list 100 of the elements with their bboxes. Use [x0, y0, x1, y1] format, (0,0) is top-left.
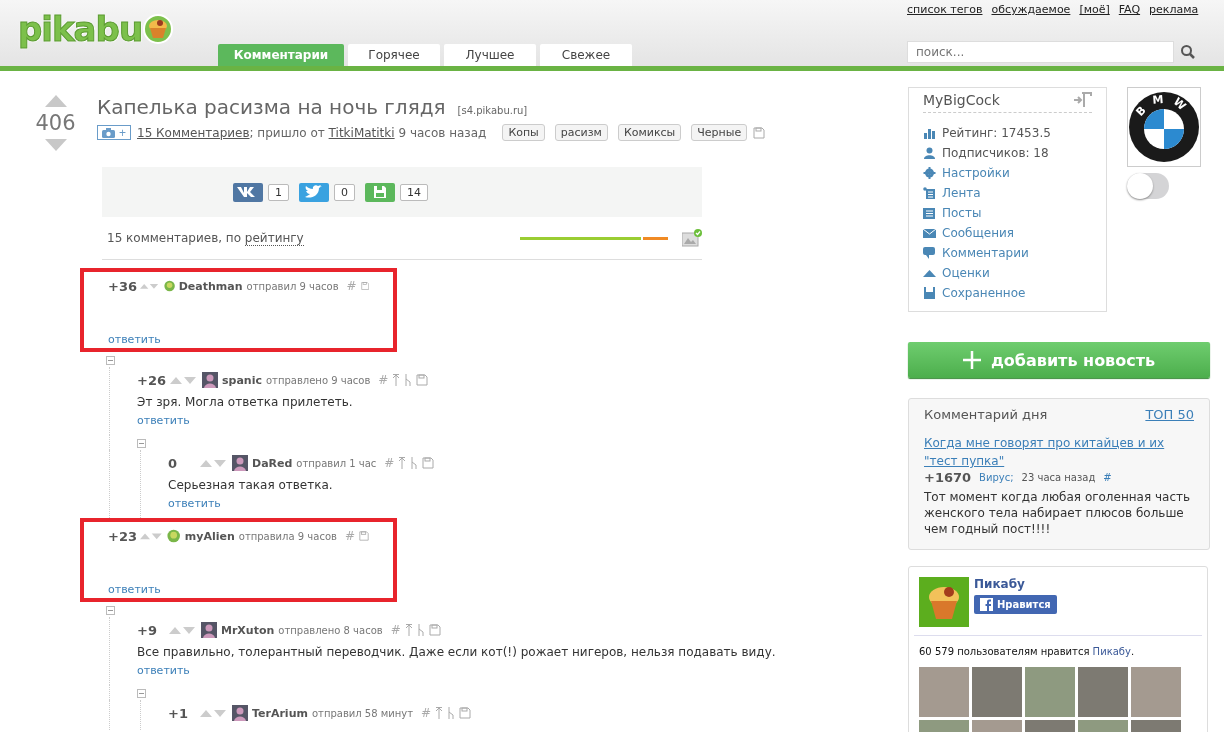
post-link[interactable]: Когда мне говорят про китайцев и их "тест пупка" [924, 434, 1194, 470]
reply-link[interactable]: ответить [108, 333, 161, 346]
save-share-button[interactable] [365, 182, 395, 202]
logout-icon[interactable] [1074, 92, 1092, 108]
post-meta: 15 Комментариев; пришло от TitkiMatitki 9 часов назад [137, 125, 487, 140]
saved-icon [923, 287, 936, 299]
tag-button[interactable]: Комиксы [617, 124, 682, 141]
vote-arrows-icon[interactable] [140, 282, 160, 290]
vote-arrows-icon[interactable] [170, 376, 198, 384]
menu-link[interactable]: Лента [942, 186, 981, 200]
photo-placeholder[interactable] [919, 667, 969, 717]
comment-author[interactable]: TerArium [252, 706, 308, 720]
save-icon[interactable] [358, 530, 369, 542]
search-icon[interactable] [1180, 44, 1196, 60]
save-icon[interactable] [428, 624, 441, 636]
branch-icon[interactable] [404, 374, 413, 386]
tag-button[interactable]: Копы [502, 124, 545, 141]
reply-link[interactable]: ответить [137, 664, 190, 677]
reply-link[interactable]: ответить [137, 414, 190, 427]
header-link[interactable]: список тегов [907, 3, 983, 16]
search-input[interactable]: поиск... [907, 41, 1174, 63]
collapse-icon[interactable] [137, 439, 146, 448]
reply-link[interactable]: ответить [108, 583, 161, 596]
tag-button[interactable]: Черные [691, 124, 748, 141]
comment-score: +1 [168, 705, 189, 721]
toggle-switch[interactable] [1127, 173, 1169, 199]
page-link[interactable]: Пикабу [974, 577, 1057, 591]
save-icon[interactable] [753, 126, 766, 139]
parent-arrow-icon[interactable] [392, 374, 401, 386]
downvote-icon[interactable] [44, 139, 67, 151]
comment-author[interactable]: Вирус; [979, 472, 1014, 483]
user-stat: Подписчиков: 18 [942, 146, 1049, 160]
muffin-logo [919, 577, 969, 627]
save-icon[interactable] [360, 280, 369, 292]
bird-icon [305, 185, 323, 199]
nav-tab[interactable]: Горячее [348, 44, 440, 66]
posts-icon [923, 207, 936, 219]
save-icon[interactable] [422, 457, 435, 469]
sort-link[interactable]: рейтингу [244, 231, 304, 246]
comments-link[interactable]: 15 Комментариев [137, 125, 250, 140]
comment-time: отправила 9 часов [238, 530, 337, 542]
like-button[interactable]: Нравится [974, 595, 1057, 614]
comment-score: 0 [168, 455, 179, 471]
plus-icon [962, 351, 981, 369]
save-icon[interactable] [416, 374, 429, 386]
photo-placeholder[interactable] [1078, 667, 1128, 717]
post-title[interactable]: Капелька расизма на ночь глядя [97, 95, 446, 119]
vote-arrows-icon[interactable] [169, 626, 197, 634]
nav-tab[interactable]: Свежее [540, 44, 632, 66]
parent-arrow-icon[interactable] [404, 624, 413, 636]
collapse-icon[interactable] [106, 356, 115, 365]
author-link[interactable]: TitkiMatitki [328, 125, 395, 140]
parent-arrow-icon[interactable] [398, 457, 407, 469]
username: MyBigCock [923, 92, 1000, 108]
image-check-icon[interactable] [682, 229, 702, 247]
menu-link[interactable]: Комментарии [942, 246, 1029, 260]
comment-author[interactable]: spanic [222, 373, 262, 387]
branch-icon[interactable] [447, 707, 456, 719]
save-icon[interactable] [459, 707, 472, 719]
add-photo-button[interactable]: + [97, 125, 131, 140]
tag-button[interactable]: расизм [554, 124, 608, 141]
photo-placeholder[interactable] [1131, 667, 1181, 717]
parent-arrow-icon[interactable] [435, 707, 444, 719]
comment-author[interactable]: myAlien [184, 529, 235, 543]
page-link[interactable]: Пикабу [1092, 646, 1131, 657]
nav-tab[interactable]: Лучшее [444, 44, 536, 66]
comment-time: отправлено 8 часов [278, 624, 383, 636]
twitter-share-button[interactable] [299, 182, 329, 202]
branch-icon[interactable] [410, 457, 419, 469]
photo-placeholder[interactable] [1025, 667, 1075, 717]
header-link[interactable]: обсуждаемое [991, 3, 1071, 16]
comment-text: Все правильно, толерантный переводчик. Даже если кот(!) рожает нигеров, нельзя подавать виду. [137, 645, 776, 659]
vk-share-button[interactable] [233, 182, 263, 202]
vote-arrows-icon[interactable] [140, 532, 164, 540]
header-link[interactable]: реклама [1149, 3, 1199, 16]
avatar-icon [202, 372, 218, 388]
reply-link[interactable]: ответить [168, 497, 221, 510]
menu-link[interactable]: Сохраненное [942, 286, 1026, 300]
menu-link[interactable]: Сообщения [942, 226, 1014, 240]
comment-link[interactable]: # [1103, 472, 1112, 483]
header-link[interactable]: FAQ [1118, 3, 1141, 16]
top-link[interactable]: ТОП 50 [1145, 407, 1194, 422]
menu-link[interactable]: Посты [942, 206, 982, 220]
vote-arrows-icon[interactable] [200, 709, 228, 717]
branch-icon[interactable] [416, 624, 425, 636]
settings-icon [923, 167, 936, 179]
comment-author[interactable]: DaRed [252, 456, 293, 470]
upvote-icon[interactable] [44, 95, 67, 107]
comment-author[interactable]: Deathman [178, 279, 243, 293]
photo-placeholder[interactable] [972, 667, 1022, 717]
vote-arrows-icon[interactable] [200, 459, 228, 467]
avatar-icon [163, 278, 175, 294]
menu-link[interactable]: Оценки [942, 266, 990, 280]
comment-text: Серьезная такая ответка. [168, 478, 334, 492]
avatar-icon [167, 528, 181, 544]
comment-author[interactable]: MrXuton [221, 623, 275, 637]
collapse-icon[interactable] [106, 606, 115, 615]
header-link[interactable]: [моё] [1079, 3, 1110, 16]
collapse-icon[interactable] [137, 689, 146, 698]
menu-link[interactable]: Настройки [942, 166, 1010, 180]
